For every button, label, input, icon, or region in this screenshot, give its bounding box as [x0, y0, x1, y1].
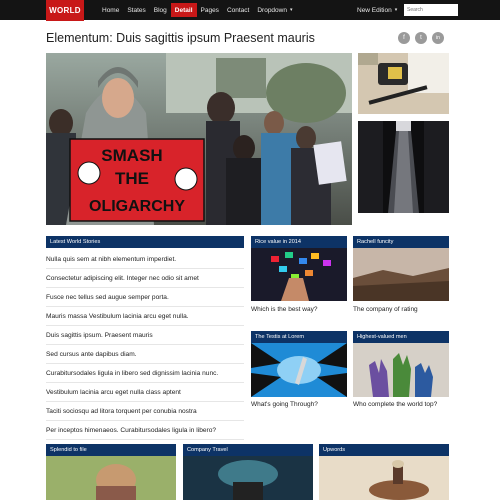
edition-label: New Edition	[357, 6, 392, 14]
edition-menu[interactable]: New Edition ▾	[357, 0, 397, 20]
nav-detail[interactable]: Detail	[170, 3, 197, 17]
nav-dropdown-label: Dropdown	[257, 6, 287, 14]
card-header: Company Travel	[183, 444, 313, 456]
card-image-raised-hands[interactable]	[353, 343, 449, 397]
bottom-image-travel[interactable]	[183, 456, 313, 500]
caret-down-icon: ▾	[289, 7, 293, 13]
list-item[interactable]: Per inceptos himenaeos. Curabitursodales…	[46, 421, 244, 440]
card-header: Splendid to file	[46, 444, 176, 456]
card-image-rice[interactable]	[251, 248, 347, 301]
list-item[interactable]: Duis sagittis ipsum. Praesent mauris	[46, 326, 244, 345]
card-image-hands[interactable]	[251, 343, 347, 397]
list-item[interactable]: Taciti sociosqu ad litora torquent per c…	[46, 402, 244, 421]
nav-dropdown[interactable]: Dropdown ▾	[253, 0, 296, 20]
card-caption[interactable]: Which is the best way?	[251, 306, 317, 313]
sign-text-1: SMASH	[101, 146, 162, 165]
hero-image: SMASH THE OLIGARCHY	[46, 53, 352, 225]
card-header: Rachell funcity	[353, 236, 449, 248]
list-item[interactable]: Mauris massa Vestibulum lacinia arcu ege…	[46, 307, 244, 326]
list-item[interactable]: Vestibulum lacinia arcu eget nulla class…	[46, 383, 244, 402]
nav-blog[interactable]: Blog	[150, 0, 171, 20]
main-nav: Home States Blog Detail Pages Contact Dr…	[98, 0, 297, 20]
card-header: The Testis at Lorem	[251, 331, 347, 343]
article-title: Elementum: Duis sagittis ipsum Praesent …	[46, 31, 315, 45]
latest-stories-header: Latest World Stories	[46, 236, 244, 248]
site-logo[interactable]: WORLD	[46, 0, 84, 21]
side-image-desk[interactable]	[358, 53, 449, 114]
card-caption[interactable]: What's going Through?	[251, 401, 318, 408]
list-item[interactable]: Sed cursus ante dapibus diam.	[46, 345, 244, 364]
card-header: Highest-valued men	[353, 331, 449, 343]
card-caption[interactable]: Who complete the world top?	[353, 401, 437, 408]
latest-stories-list: Nulla quis sem at nibh elementum imperdi…	[46, 250, 244, 440]
card-header: Rice value in 2014	[251, 236, 347, 248]
card-image-landscape[interactable]	[353, 248, 449, 301]
list-item[interactable]: Fusce nec tellus sed augue semper porta.	[46, 288, 244, 307]
bottom-image-rider[interactable]	[319, 456, 449, 500]
card-caption[interactable]: The company of rating	[353, 306, 418, 313]
list-item[interactable]: Consectetur adipiscing elit. Integer nec…	[46, 269, 244, 288]
nav-pages[interactable]: Pages	[197, 0, 223, 20]
linkedin-icon[interactable]: in	[432, 32, 444, 44]
twitter-icon[interactable]: t	[415, 32, 427, 44]
sign-text-3: OLIGARCHY	[89, 198, 185, 215]
list-item[interactable]: Curabitursodales ligula in libero sed di…	[46, 364, 244, 383]
list-item[interactable]: Nulla quis sem at nibh elementum imperdi…	[46, 250, 244, 269]
nav-home[interactable]: Home	[98, 0, 123, 20]
nav-states[interactable]: States	[123, 0, 149, 20]
sign-text-2: THE	[115, 169, 149, 188]
facebook-icon[interactable]: f	[398, 32, 410, 44]
side-image-escalator[interactable]	[358, 121, 449, 213]
nav-contact[interactable]: Contact	[223, 0, 253, 20]
card-header: Upwords	[319, 444, 449, 456]
search-input[interactable]	[404, 4, 458, 16]
caret-down-icon: ▾	[394, 7, 398, 13]
bottom-image-child[interactable]	[46, 456, 176, 500]
